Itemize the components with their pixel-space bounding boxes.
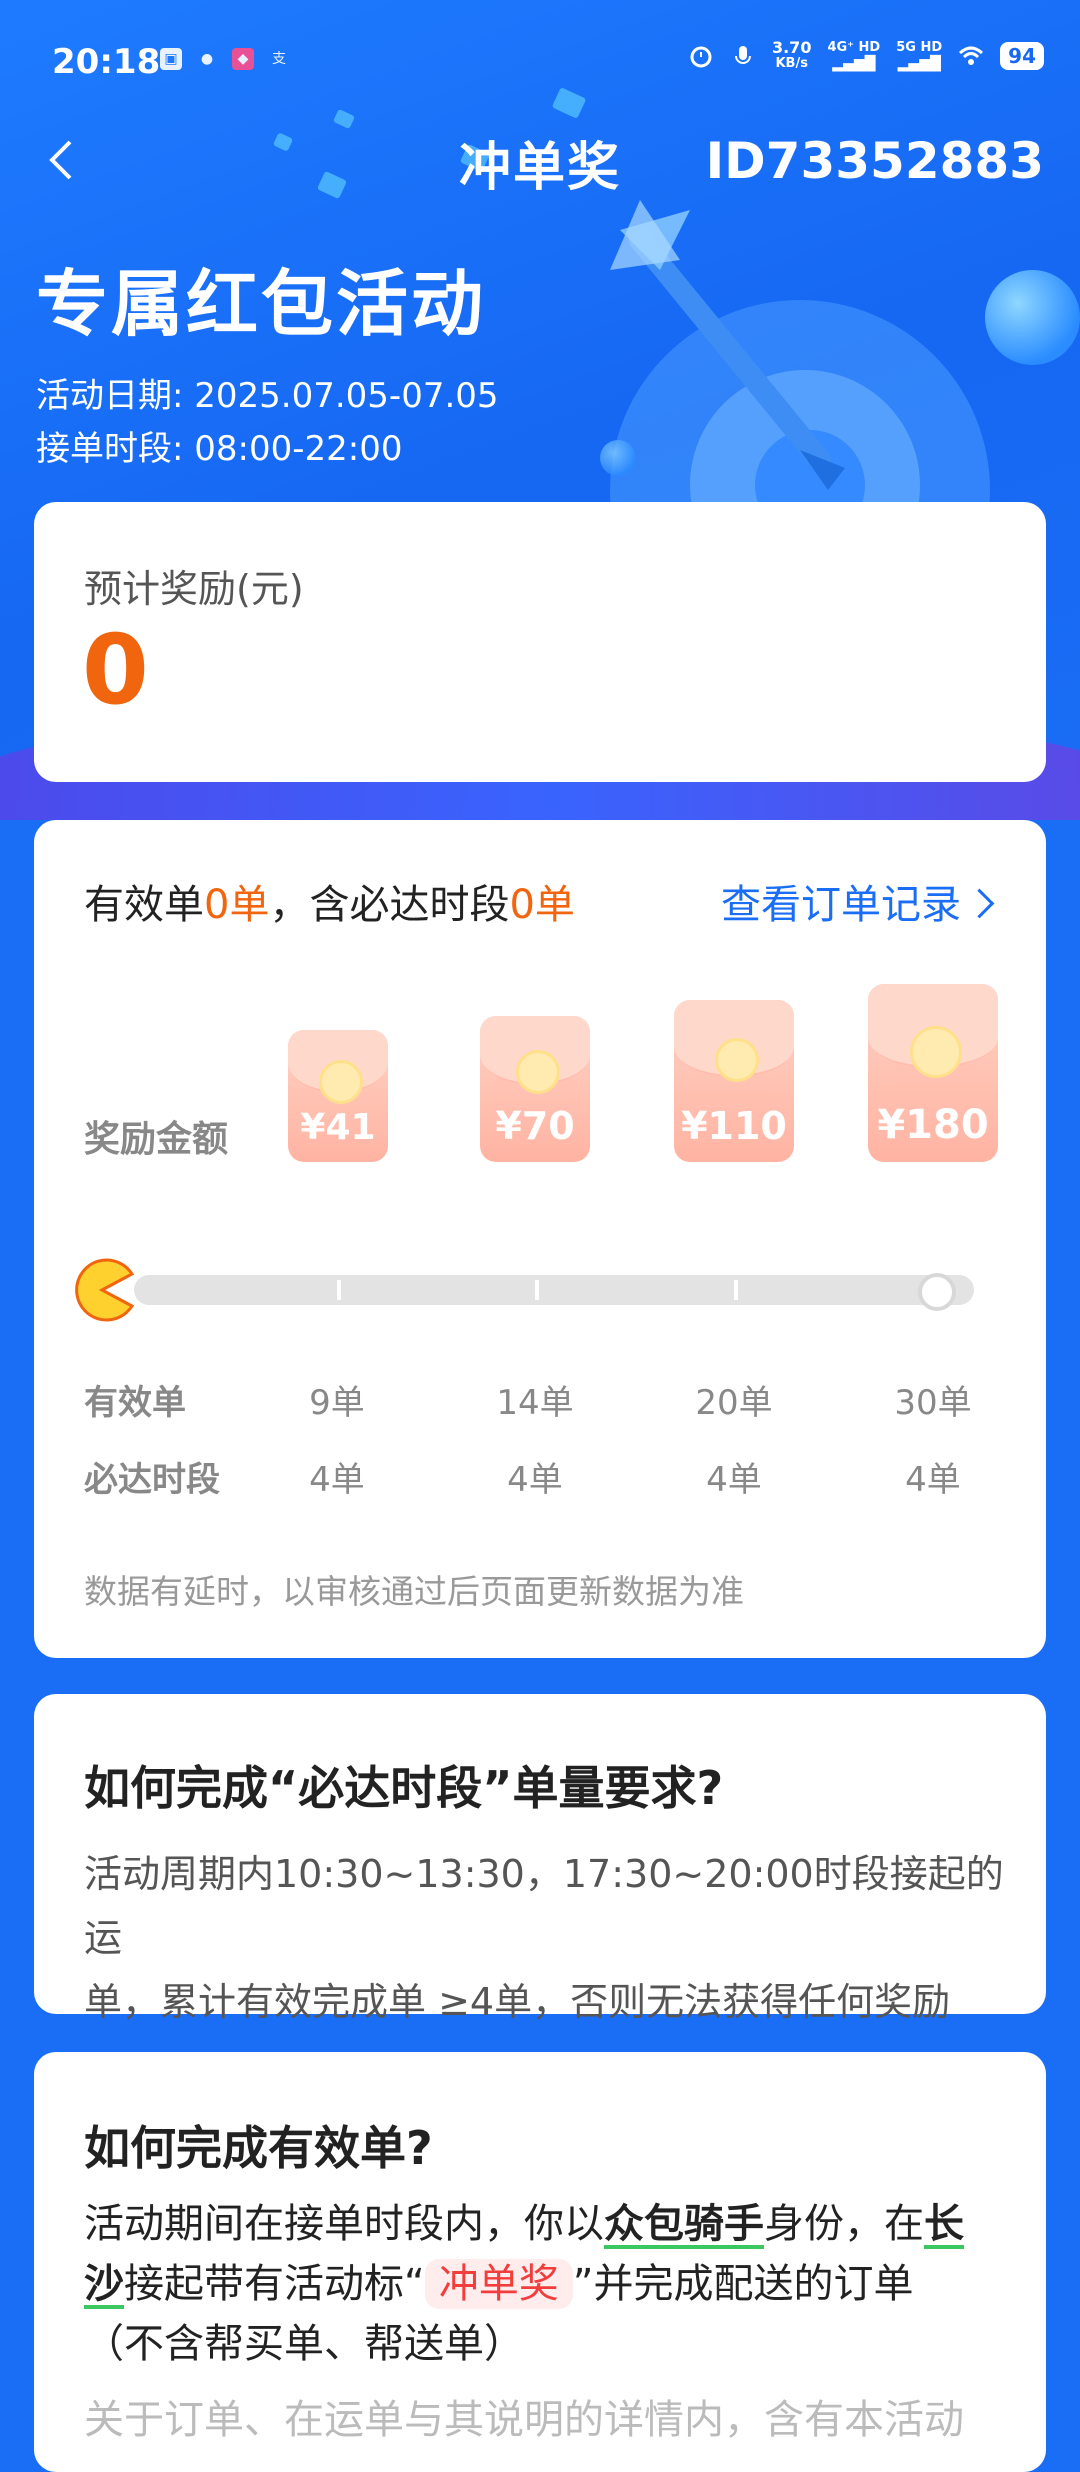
red-packet-icon: ¥41 bbox=[288, 1030, 388, 1162]
order-summary: 有效单0单，含必达时段0单 bbox=[84, 872, 575, 930]
tier-valid-orders: 30单 bbox=[894, 1383, 972, 1423]
rule-text: （不含帮买单、帮送单） bbox=[84, 2321, 524, 2367]
signal-5g: 5G HD ▂▄▆█ bbox=[896, 40, 942, 72]
progress-pointer-icon bbox=[75, 1258, 134, 1322]
packet-coin bbox=[516, 1050, 560, 1094]
estimate-value: 0 bbox=[82, 614, 149, 726]
progress-tick bbox=[734, 1280, 738, 1300]
tier-must-orders: 4单 bbox=[706, 1460, 762, 1500]
user-id: ID73352883 bbox=[705, 132, 1044, 190]
progress-track bbox=[134, 1275, 974, 1305]
progress-end-marker bbox=[918, 1273, 956, 1311]
reward-amount: ¥180 bbox=[877, 1102, 989, 1148]
city-name: 沙 bbox=[84, 2261, 124, 2307]
rule-line: 沙接起带有活动标“ 冲单奖 ”并完成配送的订单 bbox=[84, 2254, 1004, 2314]
section-body: 活动期间在接单时段内，你以众包骑手身份，在长 沙接起带有活动标“ 冲单奖 ”并完成配… bbox=[84, 2194, 1004, 2374]
activity-tag: 冲单奖 bbox=[424, 2259, 573, 2309]
row-valid-label: 有效单 bbox=[84, 1383, 186, 1423]
valid-order-count: 0单 bbox=[204, 882, 270, 928]
view-order-records-link[interactable]: 查看订单记录 bbox=[721, 872, 995, 930]
valid-order-rule-card: 如何完成有效单? 活动期间在接单时段内，你以众包骑手身份，在长 沙接起带有活动标… bbox=[34, 2052, 1046, 2472]
tier-valid-orders: 20单 bbox=[695, 1383, 773, 1423]
section-title: 如何完成“必达时段”单量要求? bbox=[84, 1761, 724, 1815]
signal-bars-icon: ▂▄▆█ bbox=[897, 56, 941, 72]
reward-label: 奖励金额 bbox=[84, 1119, 229, 1160]
reward-amount: ¥41 bbox=[300, 1107, 376, 1148]
wechat-icon: ● bbox=[200, 51, 214, 67]
tier-must-orders: 4单 bbox=[905, 1460, 961, 1500]
wifi-icon bbox=[959, 46, 984, 65]
reward-amount: ¥110 bbox=[681, 1104, 787, 1148]
progress-card: 有效单0单，含必达时段0单 查看订单记录 奖励金额 ¥41 ¥70 ¥110 ¥… bbox=[34, 820, 1046, 1658]
must-slot-rule-card: 如何完成“必达时段”单量要求? 活动周期内10:30~13:30，17:30~2… bbox=[34, 1694, 1046, 2024]
decor-ball bbox=[985, 270, 1080, 365]
status-time: 20:18 bbox=[52, 42, 161, 82]
tier-must-orders: 4单 bbox=[507, 1460, 563, 1500]
net-speed: 3.70 KB/s bbox=[772, 40, 811, 72]
status-bar: 20:18 ▣ ● ◆ 支 3.70 KB/s 4G⁺ HD ▂▄▆█ 5G H… bbox=[0, 0, 1080, 120]
alarm-icon bbox=[690, 46, 712, 68]
packet-coin bbox=[715, 1038, 759, 1082]
net-speed-unit: KB/s bbox=[775, 56, 808, 71]
chevron-right-icon bbox=[964, 888, 995, 919]
signal-4g-label: 4G⁺ HD bbox=[827, 40, 881, 55]
dart-icon bbox=[610, 200, 845, 490]
must-slot-count: 0单 bbox=[509, 882, 575, 928]
view-order-records-label: 查看订单记录 bbox=[721, 882, 961, 928]
rule-text: 身份，在 bbox=[764, 2201, 924, 2247]
section-title: 如何完成有效单? bbox=[84, 2121, 433, 2175]
packet-coin bbox=[910, 1026, 962, 1078]
reward-amount: ¥70 bbox=[495, 1104, 575, 1148]
section-body-line: 活动周期内10:30~13:30，17:30~20:00时段接起的运 bbox=[84, 1852, 1004, 1960]
red-packet-icon: ¥70 bbox=[480, 1016, 590, 1162]
data-delay-note: 数据有延时，以审核通过后页面更新数据为准 bbox=[84, 1572, 744, 1611]
estimate-card: 预计奖励(元) 0 bbox=[34, 502, 1046, 782]
mic-icon bbox=[734, 46, 751, 64]
net-speed-value: 3.70 bbox=[771, 38, 812, 57]
order-hours: 接单时段: 08:00-22:00 bbox=[36, 429, 403, 469]
valid-order-label: 有效单 bbox=[84, 882, 204, 928]
activity-date: 活动日期: 2025.07.05-07.05 bbox=[36, 376, 499, 416]
rule-text: 接起带有活动标“ bbox=[124, 2261, 425, 2307]
rule-text: ”并完成配送的订单 bbox=[572, 2261, 914, 2307]
square-icon: ▣ bbox=[160, 48, 182, 70]
faded-text: 关于订单、在运单与其说明的详情内，含有本活动 bbox=[84, 2397, 964, 2443]
signal-5g-label: 5G HD bbox=[896, 40, 943, 55]
progress-tick bbox=[337, 1280, 341, 1300]
section-body-line: 单，累计有效完成单 ≥4单，否则无法获得任何奖励 bbox=[84, 1980, 951, 2024]
rule-text: 活动期间在接单时段内，你以 bbox=[84, 2201, 604, 2247]
signal-4g: 4G⁺ HD ▂▄▆█ bbox=[827, 40, 880, 72]
must-slot-label: ，含必达时段 bbox=[269, 882, 510, 928]
tier-valid-orders: 14单 bbox=[496, 1383, 574, 1423]
packet-coin bbox=[319, 1060, 363, 1104]
tier-must-orders: 4单 bbox=[309, 1460, 365, 1500]
alipay-icon: 支 bbox=[272, 51, 286, 67]
rule-line: 活动期间在接单时段内，你以众包骑手身份，在长 bbox=[84, 2194, 1004, 2254]
signal-bars-icon: ▂▄▆█ bbox=[832, 56, 876, 72]
section-body: 活动周期内10:30~13:30，17:30~20:00时段接起的运 单，累计有… bbox=[84, 1842, 1004, 2034]
city-name: 长 bbox=[924, 2201, 964, 2247]
battery-icon: 94 bbox=[1000, 42, 1044, 70]
row-must-label: 必达时段 bbox=[84, 1460, 220, 1500]
app-pink-icon: ◆ bbox=[232, 48, 254, 70]
promo-title: 专属红包活动 bbox=[36, 262, 487, 346]
progress-tick bbox=[535, 1280, 539, 1300]
tier-valid-orders: 9单 bbox=[309, 1383, 365, 1423]
red-packet-icon: ¥110 bbox=[674, 1000, 794, 1162]
notification-icons: ▣ ● ◆ 支 bbox=[160, 48, 290, 70]
status-right: 3.70 KB/s 4G⁺ HD ▂▄▆█ 5G HD ▂▄▆█ 94 bbox=[688, 40, 1044, 72]
rider-type: 众包骑手 bbox=[604, 2201, 764, 2247]
estimate-label: 预计奖励(元) bbox=[84, 567, 304, 611]
red-packet-icon: ¥180 bbox=[868, 984, 998, 1162]
